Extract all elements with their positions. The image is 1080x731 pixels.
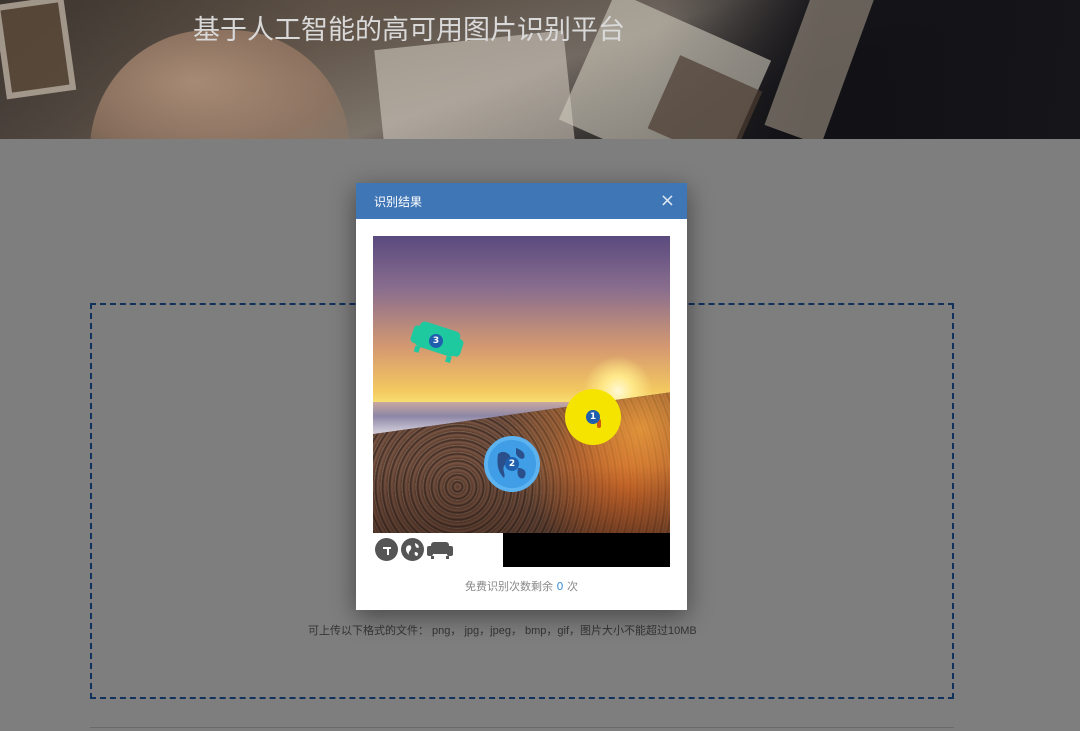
hero-photo-decoration	[0, 0, 77, 100]
page-title: 基于人工智能的高可用图片识别平台	[193, 15, 625, 46]
quota-count: 0	[556, 580, 564, 593]
remaining-quota: 免费识别次数剩余 0 次	[356, 578, 687, 594]
recognized-image: 3 1 2	[373, 236, 670, 533]
hero-banner: 基于人工智能的高可用图片识别平台	[0, 0, 1080, 139]
quota-prefix: 免费识别次数剩余	[465, 580, 553, 593]
globe-icon[interactable]	[401, 538, 424, 561]
recognition-marker-1[interactable]: 1	[565, 389, 621, 445]
recognition-marker-2[interactable]: 2	[484, 436, 540, 492]
thumbnail-list	[375, 538, 453, 561]
close-icon[interactable]: ×	[660, 192, 675, 210]
hero-card-decoration	[764, 0, 876, 139]
result-dialog: 识别结果 × 3 1 2 免费识别次数剩余 0 次	[356, 183, 687, 610]
marker-number: 3	[429, 334, 443, 348]
recognition-marker-3[interactable]: 3	[408, 316, 466, 366]
result-thumbnail-strip	[373, 533, 670, 567]
redacted-block	[503, 533, 670, 567]
dialog-header: 识别结果 ×	[356, 183, 687, 219]
dialog-title: 识别结果	[374, 194, 423, 209]
marker-number: 2	[505, 457, 519, 471]
tool-icon[interactable]	[375, 538, 398, 561]
quota-suffix: 次	[567, 580, 578, 593]
marker-number: 1	[586, 410, 600, 424]
sofa-icon[interactable]	[427, 538, 453, 561]
